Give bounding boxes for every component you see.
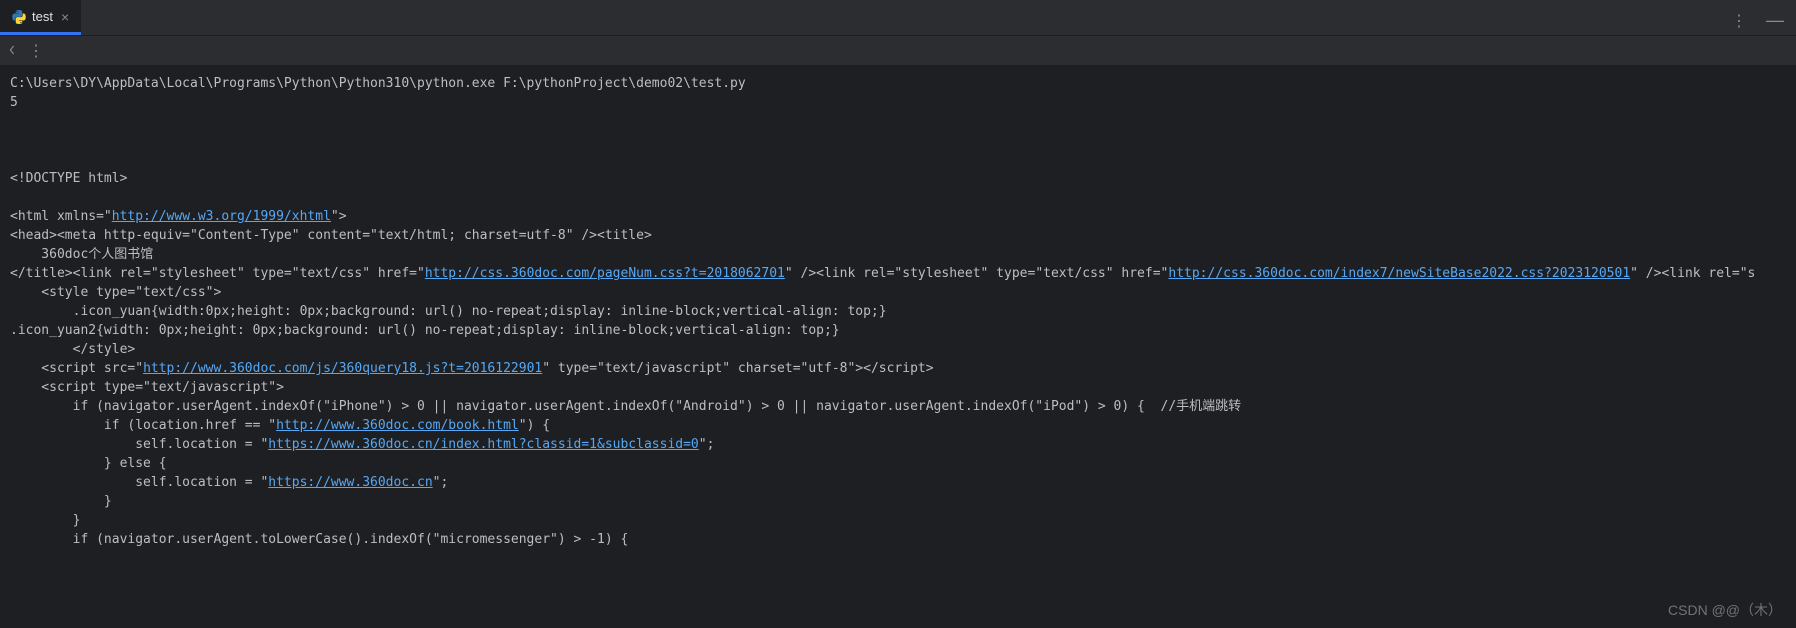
collapse-icon[interactable] (8, 44, 18, 58)
python-file-icon (12, 10, 26, 24)
output-line: if (location.href == "http://www.360doc.… (10, 418, 550, 433)
output-line: C:\Users\DY\AppData\Local\Programs\Pytho… (10, 76, 746, 91)
output-line: <script type="text/javascript"> (10, 380, 284, 395)
output-line: <!DOCTYPE html> (10, 171, 127, 186)
output-line: <html xmlns="http://www.w3.org/1999/xhtm… (10, 209, 347, 224)
output-line: if (navigator.userAgent.indexOf("iPhone"… (10, 399, 1241, 414)
sub-more-icon[interactable]: ⋮ (28, 41, 45, 60)
output-line: } else { (10, 456, 167, 471)
output-line: <script src="http://www.360doc.com/js/36… (10, 361, 934, 376)
output-line: </title><link rel="stylesheet" type="tex… (10, 266, 1755, 281)
output-line: } (10, 513, 80, 528)
output-line: </style> (10, 342, 135, 357)
output-url[interactable]: http://css.360doc.com/pageNum.css?t=2018… (425, 266, 785, 281)
output-line: <style type="text/css"> (10, 285, 221, 300)
tab-bar: test × (0, 0, 1796, 36)
output-url[interactable]: http://www.w3.org/1999/xhtml (112, 209, 331, 224)
title-bar-controls: ⋮ — (1731, 10, 1784, 31)
console-output[interactable]: C:\Users\DY\AppData\Local\Programs\Pytho… (0, 66, 1796, 557)
watermark-text: CSDN @@（木） (1668, 600, 1782, 620)
editor-tab-test[interactable]: test × (0, 0, 81, 35)
output-url[interactable]: https://www.360doc.cn/index.html?classid… (268, 437, 698, 452)
tool-sub-bar: ⋮ (0, 36, 1796, 66)
output-url[interactable]: https://www.360doc.cn (268, 475, 432, 490)
output-line: self.location = "https://www.360doc.cn"; (10, 475, 448, 490)
output-url[interactable]: http://www.360doc.com/js/360query18.js?t… (143, 361, 542, 376)
output-line: self.location = "https://www.360doc.cn/i… (10, 437, 714, 452)
minimize-icon[interactable]: — (1766, 10, 1784, 31)
output-line: .icon_yuan2{width: 0px;height: 0px;backg… (10, 323, 840, 338)
output-url[interactable]: http://css.360doc.com/index7/newSiteBase… (1168, 266, 1630, 281)
output-line: <head><meta http-equiv="Content-Type" co… (10, 228, 652, 243)
output-url[interactable]: http://www.360doc.com/book.html (276, 418, 519, 433)
output-line: } (10, 494, 112, 509)
output-line: 5 (10, 95, 18, 110)
close-tab-icon[interactable]: × (61, 10, 69, 24)
output-line: 360doc个人图书馆 (10, 247, 153, 262)
tab-label: test (32, 9, 53, 24)
more-options-icon[interactable]: ⋮ (1731, 11, 1748, 30)
output-line: if (navigator.userAgent.toLowerCase().in… (10, 532, 628, 547)
output-line: .icon_yuan{width:0px;height: 0px;backgro… (10, 304, 887, 319)
